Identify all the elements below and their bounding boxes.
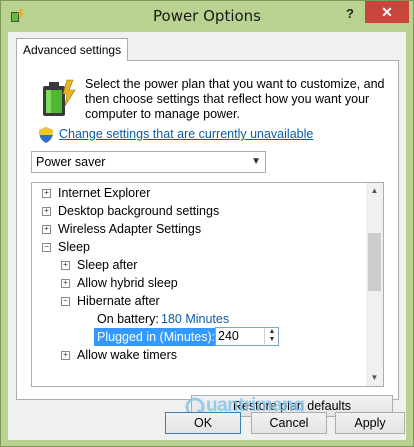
expand-icon[interactable]: + <box>42 207 51 216</box>
expand-icon[interactable]: + <box>42 189 51 198</box>
title-bar[interactable]: Power Options ? ✕ <box>1 1 413 32</box>
tree-item-label: Allow hybrid sleep <box>77 276 178 290</box>
cancel-button-label: Cancel <box>269 416 309 430</box>
advanced-settings-panel: Select the power plan that you want to c… <box>16 60 399 417</box>
settings-tree[interactable]: + Internet Explorer + Desktop background… <box>31 182 384 387</box>
collapse-icon[interactable]: − <box>42 243 51 252</box>
ok-button[interactable]: OK <box>165 412 241 434</box>
tree-item-label: Desktop background settings <box>58 204 220 218</box>
apply-button[interactable]: Apply <box>335 412 405 434</box>
settings-tree-content: + Internet Explorer + Desktop background… <box>32 183 365 386</box>
tree-scrollbar[interactable]: ▲ ▼ <box>366 183 383 386</box>
change-settings-link[interactable]: Change settings that are currently unava… <box>59 127 313 141</box>
tab-advanced-settings[interactable]: Advanced settings <box>16 38 129 61</box>
power-plan-select[interactable]: Power saver ▼ <box>31 151 266 173</box>
plugged-in-minutes-input[interactable]: 240 <box>218 328 262 345</box>
tree-item-label: Allow wake timers <box>77 348 178 362</box>
collapse-icon[interactable]: − <box>61 297 70 306</box>
on-battery-value[interactable]: 180 Minutes <box>161 310 229 328</box>
help-button[interactable]: ? <box>339 4 361 24</box>
shield-icon <box>39 127 53 143</box>
plan-description: Select the power plan that you want to c… <box>85 77 385 121</box>
scrollbar-thumb[interactable] <box>368 233 381 291</box>
battery-plug-icon <box>43 79 76 116</box>
tree-item-plugged-in[interactable]: Plugged in (Minutes): 240 ▲ ▼ <box>32 327 365 346</box>
ok-button-label: OK <box>193 416 213 430</box>
expand-icon[interactable]: + <box>61 279 70 288</box>
cancel-button[interactable]: Cancel <box>251 412 327 434</box>
power-options-window: Power Options ? ✕ Advanced settings Sele… <box>0 0 414 447</box>
scroll-down-icon[interactable]: ▼ <box>366 370 383 386</box>
expand-icon[interactable]: + <box>61 351 70 360</box>
tree-item-label: Internet Explorer <box>58 186 151 200</box>
close-button[interactable]: ✕ <box>365 1 409 23</box>
plugged-in-label: Plugged in (Minutes): <box>94 328 219 346</box>
dialog-client-area: Advanced settings Select the power plan … <box>8 32 406 440</box>
power-plan-select-value: Power saver <box>36 155 106 169</box>
expand-icon[interactable]: + <box>61 261 70 270</box>
tree-item-label: Sleep <box>58 240 90 254</box>
plugged-in-minutes-stepper[interactable]: 240 ▲ ▼ <box>215 327 279 346</box>
on-battery-label: On battery: <box>97 312 159 326</box>
apply-button-label: Apply <box>354 416 386 430</box>
expand-icon[interactable]: + <box>42 225 51 234</box>
tree-item-label: Hibernate after <box>77 294 160 308</box>
tree-item-label: Sleep after <box>77 258 138 272</box>
chevron-down-icon: ▼ <box>251 156 261 167</box>
spinner-down-icon[interactable]: ▼ <box>264 336 279 344</box>
scroll-up-icon[interactable]: ▲ <box>366 183 383 199</box>
spinner-up-icon[interactable]: ▲ <box>264 328 279 336</box>
tree-item-label: Wireless Adapter Settings <box>58 222 202 236</box>
